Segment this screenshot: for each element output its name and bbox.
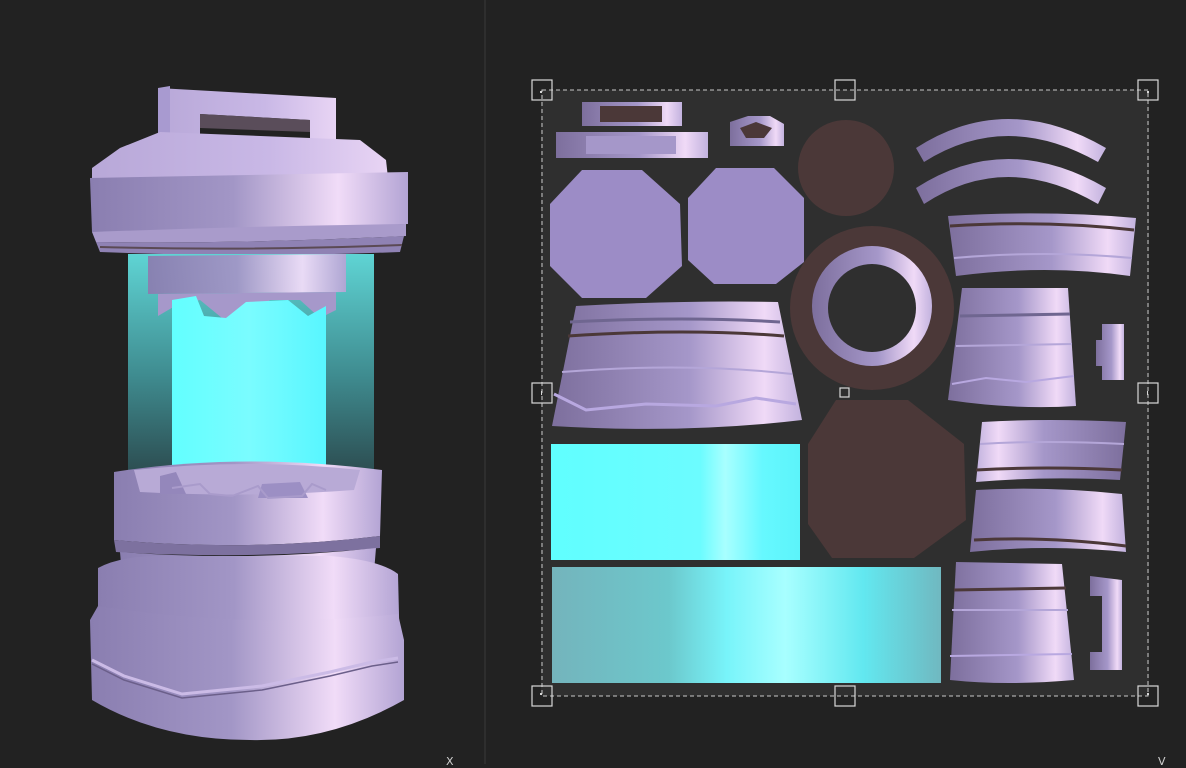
top-cap [90, 132, 408, 255]
uv-island-band-6 [949, 562, 1074, 683]
canister-model [90, 86, 408, 741]
uv-island-band-5 [970, 488, 1127, 552]
uv-layout [531, 79, 1159, 707]
uv-island-band-2 [552, 301, 802, 429]
handle [158, 86, 336, 140]
uv-island-ring [790, 226, 954, 390]
uv-island-disc-2 [688, 168, 804, 284]
axis-label-x: X [446, 755, 454, 768]
uv-island-disc-1 [550, 170, 682, 298]
uv-island-band-4 [975, 420, 1126, 482]
uv-island-core-1 [551, 444, 800, 560]
uv-island-band-1 [948, 213, 1136, 276]
uv-island-disc-small [798, 120, 894, 216]
uv-editor[interactable]: V [486, 0, 1186, 768]
uv-island-band-3 [948, 288, 1076, 408]
axis-label-v: V [1158, 755, 1166, 768]
uv-island-core-2 [552, 567, 941, 683]
viewport-3d[interactable]: X [0, 0, 484, 768]
base [90, 556, 404, 741]
